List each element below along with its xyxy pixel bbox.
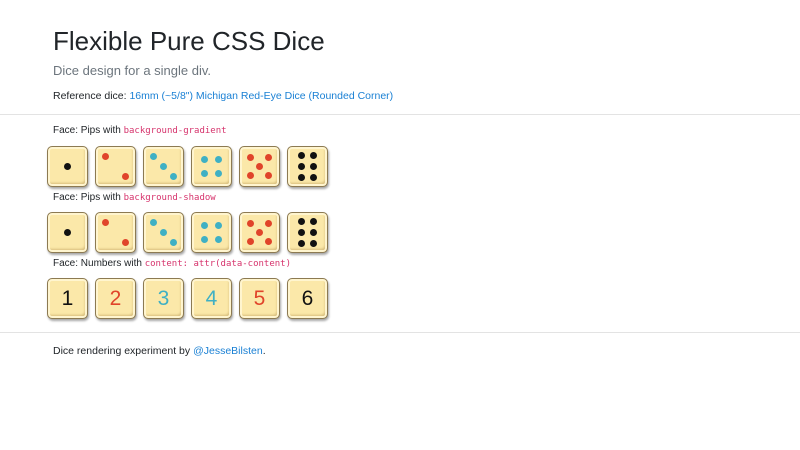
die-number-label: 5 [253,286,266,310]
pip [64,163,71,170]
die-face-6 [287,212,328,253]
pip [170,239,177,246]
die-face-5 [239,212,280,253]
pip [64,229,71,236]
die-number-label: 6 [301,286,314,310]
footer-text: Dice rendering experiment by [53,345,194,357]
pip [247,238,254,245]
die-face-2 [95,212,136,253]
section-label-gradient: Face: Pips with background-gradient [53,125,227,136]
pip [160,163,167,170]
pip [298,152,305,159]
pip [215,156,222,163]
reference-line: Reference dice: 16mm (~5/8") Michigan Re… [53,90,393,102]
pip [298,218,305,225]
page-subtitle: Dice design for a single div. [53,63,212,78]
section-label-shadow: Face: Pips with background-shadow [53,192,216,203]
die-number-label: 3 [157,286,170,310]
pip [215,222,222,229]
pip [310,174,317,181]
pip [298,229,305,236]
pip [122,239,129,246]
die-number-1: 1 [47,278,88,319]
pip [122,173,129,180]
pip [201,236,208,243]
section-prefix: Face: Numbers with [53,258,145,269]
divider-bottom [0,332,800,333]
reference-dice-link[interactable]: 16mm (~5/8") Michigan Red-Eye Dice (Roun… [129,90,393,102]
dice-row-shadow [47,212,328,253]
pip [201,170,208,177]
pip [298,163,305,170]
pip [247,154,254,161]
die-face-5 [239,146,280,187]
die-number-5: 5 [239,278,280,319]
footer-suffix: . [262,345,266,357]
pip [265,154,272,161]
die-face-3 [143,212,184,253]
die-number-label: 2 [109,286,122,310]
pip [102,219,109,226]
pip [265,238,272,245]
pip [310,152,317,159]
pip [265,220,272,227]
die-face-1 [47,146,88,187]
section-code: background-gradient [123,126,227,136]
section-code: content: attr(data-content) [144,259,292,269]
section-prefix: Face: Pips with [53,192,124,203]
pip [170,173,177,180]
section-code: background-shadow [123,193,216,203]
section-label-numbers: Face: Numbers with content: attr(data-co… [53,258,291,269]
section-prefix: Face: Pips with [53,125,124,136]
pip [201,156,208,163]
die-face-4 [191,212,232,253]
pip [256,163,263,170]
page-title: Flexible Pure CSS Dice [53,26,325,56]
pip [150,153,157,160]
die-number-4: 4 [191,278,232,319]
pip [256,229,263,236]
die-face-1 [47,212,88,253]
dice-row-gradient [47,146,328,187]
die-number-label: 1 [61,286,74,310]
die-number-6: 6 [287,278,328,319]
pip [310,218,317,225]
pip [247,172,254,179]
die-face-4 [191,146,232,187]
divider-top [0,114,800,115]
pip [215,170,222,177]
dice-row-numbers: 1 2 3 4 5 6 [47,278,328,319]
pip [265,172,272,179]
pip [310,163,317,170]
pip [298,174,305,181]
pip [150,219,157,226]
die-number-label: 4 [205,286,218,310]
pip [102,153,109,160]
pip [298,240,305,247]
pip [247,220,254,227]
pip [201,222,208,229]
author-link[interactable]: @JesseBilsten [193,345,263,357]
die-face-3 [143,146,184,187]
die-number-2: 2 [95,278,136,319]
pip [310,240,317,247]
pip [215,236,222,243]
die-number-3: 3 [143,278,184,319]
footer: Dice rendering experiment by @JesseBilst… [53,345,266,357]
die-face-6 [287,146,328,187]
pip [160,229,167,236]
pip [310,229,317,236]
die-face-2 [95,146,136,187]
reference-label: Reference dice: [53,90,130,102]
